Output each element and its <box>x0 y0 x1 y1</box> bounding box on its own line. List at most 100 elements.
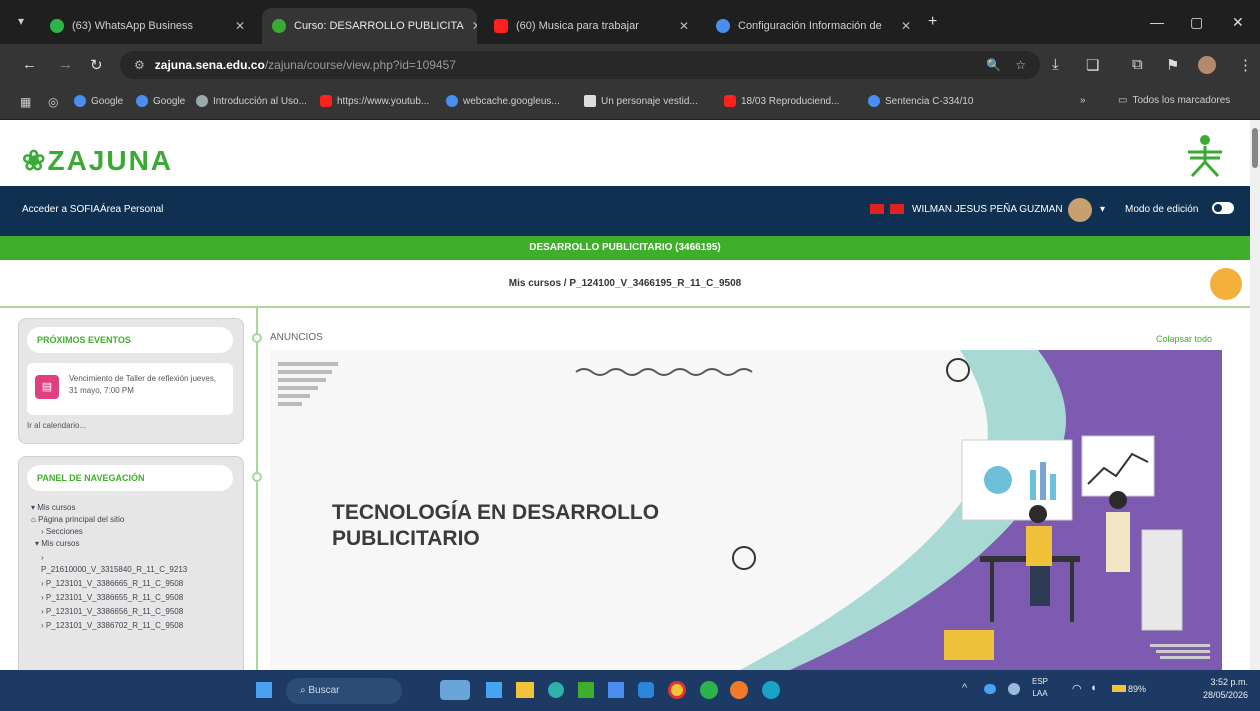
nav-item[interactable]: › P_123101_V_3386702_R_11_C_9508 <box>41 621 183 630</box>
widgets-icon[interactable] <box>440 680 470 700</box>
page-scrollbar[interactable] <box>1250 120 1260 670</box>
bookmark-item[interactable]: webcache.googleus... <box>446 95 560 107</box>
banner-title: TECNOLOGÍA EN DESARROLLO PUBLICITARIO <box>332 501 660 550</box>
extension-icon[interactable]: ⧉ <box>1132 56 1143 73</box>
network-icon[interactable] <box>1008 683 1020 695</box>
site-info-icon[interactable]: ⚙ <box>134 58 145 72</box>
all-bookmarks-label: Todos los marcadores <box>1132 95 1231 106</box>
nav-item[interactable]: › P_123101_V_3386665_R_11_C_9508 <box>41 579 183 588</box>
whatsapp-icon[interactable] <box>700 681 718 699</box>
bookmark-item[interactable]: Un personaje vestid... <box>584 95 698 107</box>
bookmark-label: Introducción al Uso... <box>213 95 307 107</box>
bookmark-item[interactable]: Google <box>136 95 185 107</box>
nav-item[interactable]: › P_123101_V_3386655_R_11_C_9508 <box>41 593 183 602</box>
bookmark-item[interactable]: Google <box>74 95 123 107</box>
top-navbar: Acceder a SOFIA Área Personal WILMAN JES… <box>0 186 1250 236</box>
bookmark-item[interactable]: https://www.youtub... <box>320 95 429 107</box>
zoom-icon[interactable]: 🔍 <box>986 58 1001 72</box>
sofia-link[interactable]: Acceder a SOFIA <box>22 204 100 215</box>
back-icon[interactable]: ← <box>22 56 37 73</box>
bookmark-item[interactable]: Introducción al Uso... <box>196 95 307 107</box>
nav-item[interactable]: › P_123101_V_3386656_R_11_C_9508 <box>41 607 183 616</box>
google-icon <box>446 95 458 107</box>
calendar-link[interactable]: Ir al calendario... <box>27 421 86 430</box>
chevron-down-icon[interactable]: ▾ <box>1100 204 1105 215</box>
maximize-button[interactable]: ▢ <box>1190 14 1203 31</box>
section-label: ANUNCIOS <box>270 332 323 343</box>
app-icon[interactable] <box>578 682 594 698</box>
windows-start-icon[interactable] <box>256 682 272 698</box>
nav-item[interactable]: ▾ Mis cursos <box>35 539 79 548</box>
task-view-icon[interactable] <box>486 682 502 698</box>
star-icon[interactable]: ☆ <box>1015 58 1026 72</box>
personal-area-link[interactable]: Área Personal <box>100 204 163 215</box>
app-icon[interactable] <box>638 682 654 698</box>
app-icon[interactable] <box>608 682 624 698</box>
collapse-all-link[interactable]: Colapsar todo <box>1156 334 1212 344</box>
nav-item-home[interactable]: ⌂ Página principal del sitio <box>31 515 124 524</box>
more-bookmarks-icon[interactable]: » <box>1080 95 1086 106</box>
forward-icon[interactable]: → <box>58 56 73 73</box>
taskbar-search[interactable]: ⌕ Buscar <box>286 678 402 704</box>
event-item[interactable]: ▤ Vencimiento de Taller de reflexión jue… <box>27 363 233 415</box>
message-flag-icon[interactable] <box>890 204 904 214</box>
tab-whatsapp[interactable]: (63) WhatsApp Business ✕ <box>40 8 255 44</box>
cloud-icon[interactable] <box>984 684 996 694</box>
close-icon[interactable]: ✕ <box>901 19 911 33</box>
url-host: zajuna.sena.edu.co <box>154 58 265 72</box>
minimize-button[interactable]: — <box>1150 14 1164 30</box>
tab-title: (60) Musica para trabajar <box>516 20 639 32</box>
sena-logo <box>1188 135 1222 178</box>
reload-icon[interactable]: ↻ <box>90 56 103 74</box>
menu-icon[interactable]: ⋮ <box>1238 56 1253 74</box>
file-explorer-icon[interactable] <box>516 682 534 698</box>
language-indicator[interactable]: ESP LAA <box>1032 676 1048 700</box>
new-tab-button[interactable]: + <box>928 13 937 31</box>
volume-icon[interactable]: ◖ <box>1090 682 1097 694</box>
breadcrumb[interactable]: Mis cursos / P_124100_V_3466195_R_11_C_9… <box>0 260 1250 308</box>
firefox-icon[interactable] <box>730 681 748 699</box>
nav-item[interactable]: › <box>41 553 44 562</box>
close-window-button[interactable]: ✕ <box>1232 14 1244 31</box>
block-title: PANEL DE NAVEGACIÓN <box>27 465 233 491</box>
tab-search-icon[interactable]: ▾ <box>18 14 24 28</box>
nav-item[interactable]: › Secciones <box>41 527 83 536</box>
extensions-icon[interactable]: ❏ <box>1086 56 1099 74</box>
close-icon[interactable]: ✕ <box>679 19 689 33</box>
notification-flag-icon[interactable] <box>870 204 884 214</box>
apps-icon[interactable]: ▦ <box>20 95 31 109</box>
timeline-line <box>256 308 258 670</box>
nav-item[interactable]: P_21610000_V_3315840_R_11_C_9213 <box>41 565 187 574</box>
assignment-icon: ▤ <box>35 375 59 399</box>
user-avatar[interactable] <box>1068 198 1092 222</box>
tab-course[interactable]: Curso: DESARROLLO PUBLICITA ✕ <box>262 8 477 44</box>
wifi-icon[interactable]: ◠ <box>1072 682 1082 695</box>
edit-mode-toggle[interactable] <box>1212 202 1234 214</box>
close-icon[interactable]: ✕ <box>235 19 245 33</box>
battery-indicator[interactable]: 89% <box>1112 684 1146 694</box>
chrome-icon[interactable] <box>668 681 686 699</box>
tab-music[interactable]: (60) Musica para trabajar ✕ <box>484 8 699 44</box>
globe-icon[interactable]: ◎ <box>48 95 58 109</box>
clock[interactable]: 3:52 p.m. 28/05/2026 <box>1192 676 1248 702</box>
zajuna-logo[interactable]: ❀ZAJUNA <box>22 144 173 177</box>
profile-avatar[interactable] <box>1198 56 1216 74</box>
chevron-up-icon[interactable]: ^ <box>962 682 967 694</box>
edge-icon[interactable] <box>548 682 564 698</box>
lang-code: ESP <box>1032 677 1049 686</box>
tab-config[interactable]: Configuración Información de ✕ <box>706 8 921 44</box>
bookmark-item[interactable]: 18/03 Reproduciend... <box>724 95 839 107</box>
address-bar[interactable]: ⚙ zajuna.sena.edu.co /zajuna/course/view… <box>120 51 1040 79</box>
google-icon <box>74 95 86 107</box>
all-bookmarks[interactable]: ▭ Todos los marcadores <box>1118 95 1230 106</box>
bookmark-item[interactable]: Sentencia C-334/10 <box>868 95 973 107</box>
downloads-icon[interactable]: ⤓ <box>1052 56 1059 73</box>
nav-item[interactable]: ▾ Mis cursos <box>31 503 75 512</box>
chat-bot-button[interactable] <box>1210 268 1242 300</box>
close-icon[interactable]: ✕ <box>472 19 477 33</box>
course-title: DESARROLLO PUBLICITARIO (3466195) <box>0 236 1250 260</box>
user-name[interactable]: WILMAN JESUS PEÑA GUZMAN <box>912 204 1063 215</box>
translate-icon[interactable]: ⚑ <box>1166 56 1179 74</box>
scrollbar-thumb[interactable] <box>1252 128 1258 168</box>
app-icon[interactable] <box>762 681 780 699</box>
